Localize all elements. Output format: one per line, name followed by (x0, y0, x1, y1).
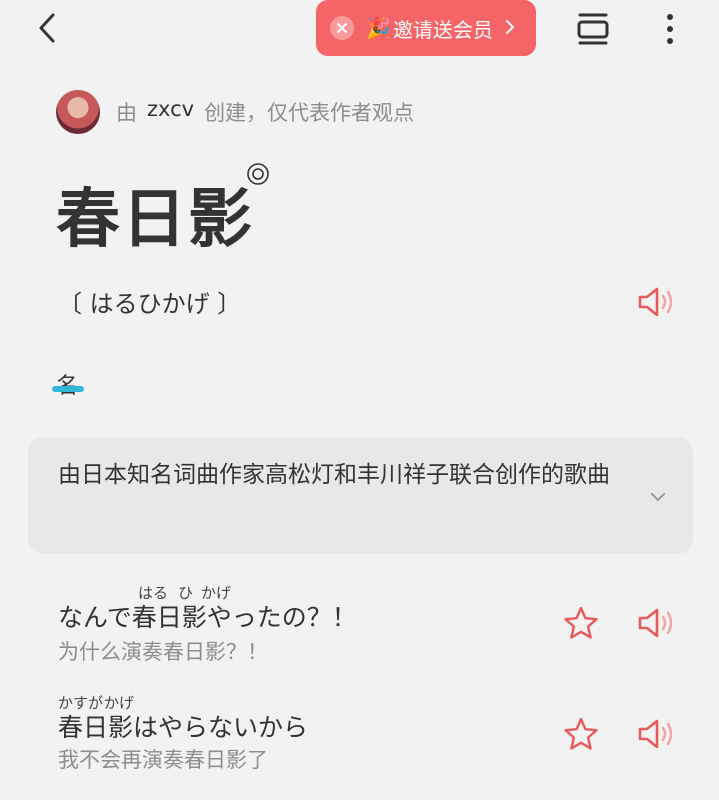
example-sentence: はる ひ かげ なんで春日影やったの？！ 为什么演奏春日影？！ (0, 578, 719, 678)
example-chinese: 我不会再演奏春日影了 (58, 748, 268, 772)
definition-card[interactable]: 由日本知名词曲作家高松灯和丰川祥子联合创作的歌曲 (28, 437, 693, 554)
creator-name[interactable]: zxcv (147, 97, 194, 127)
close-icon[interactable] (330, 16, 354, 40)
fit-width-button[interactable] (574, 10, 612, 48)
avatar[interactable] (56, 90, 100, 134)
speaker-icon[interactable] (636, 285, 676, 319)
part-of-speech-underline (52, 386, 84, 392)
part-of-speech: 名 (56, 368, 78, 400)
chevron-right-icon (505, 16, 515, 40)
creator-suffix: 创建，仅代表作者观点 (204, 101, 415, 125)
reading-kana: 〔 はるひかげ 〕 (58, 290, 242, 318)
fit-width-icon (577, 13, 609, 45)
definition-text: 由日本知名词曲作家高松灯和丰川祥子联合创作的歌曲 (58, 462, 610, 488)
word-title: 春日影 (56, 183, 254, 257)
star-icon[interactable] (563, 716, 599, 752)
more-vertical-icon (667, 14, 673, 44)
chevron-left-icon (39, 13, 55, 43)
registered-circle-icon (247, 163, 269, 185)
invite-member-banner[interactable]: 🎉 邀请送会员 (316, 0, 536, 56)
invite-label: 邀请送会员 (392, 17, 493, 42)
party-popper-icon: 🎉 (366, 16, 391, 40)
speaker-icon[interactable] (636, 606, 676, 640)
example-japanese: なんで春日影やったの？！ (58, 603, 357, 632)
back-button[interactable] (30, 10, 64, 46)
example-sentence: かすが かげ 春日影はやらないから 我不会再演奏春日影了 (0, 690, 719, 790)
example-chinese: 为什么演奏春日影？！ (58, 640, 268, 664)
example-japanese: 春日影はやらないから (58, 713, 309, 742)
chevron-down-icon[interactable] (649, 488, 667, 506)
creator-info: 由 zxcv 创建，仅代表作者观点 (56, 90, 414, 134)
more-options-button[interactable] (656, 10, 684, 48)
speaker-icon[interactable] (636, 717, 676, 751)
creator-prefix: 由 (116, 101, 137, 125)
top-bar: 🎉 邀请送会员 (0, 0, 719, 60)
star-icon[interactable] (563, 605, 599, 641)
